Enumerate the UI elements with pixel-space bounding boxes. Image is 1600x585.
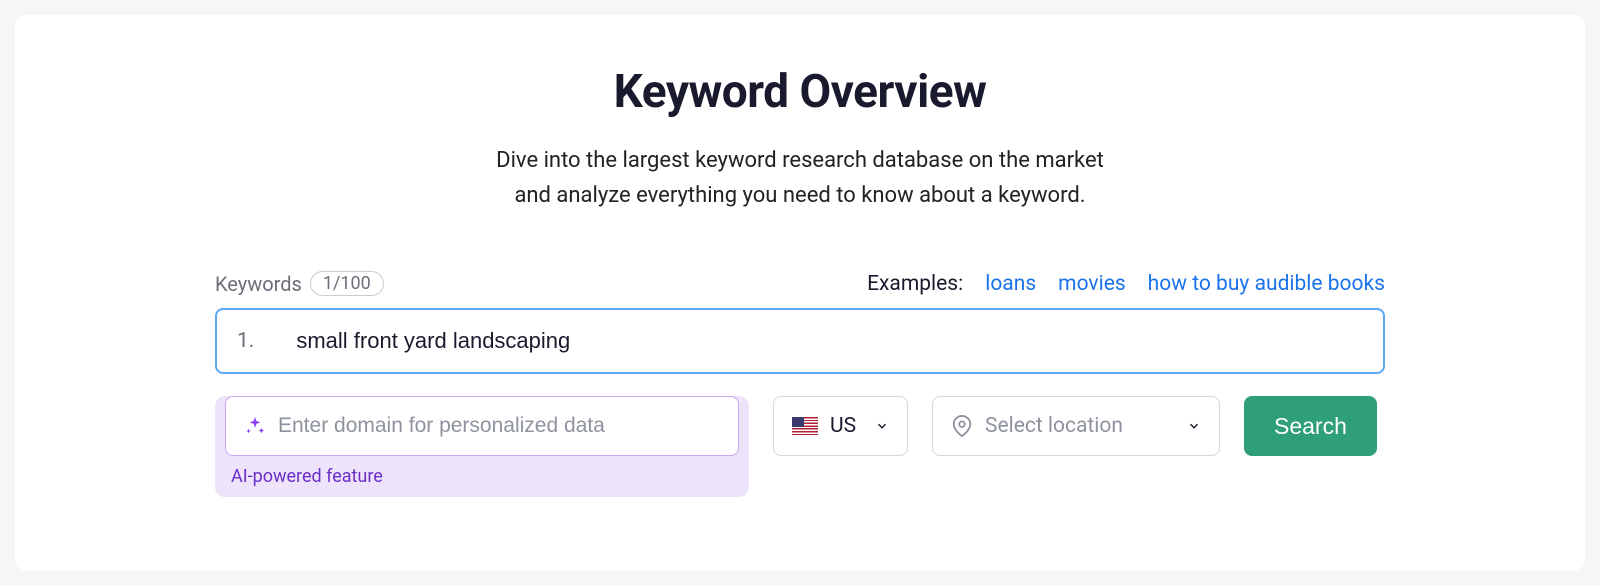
page-title: Keyword Overview: [215, 65, 1385, 119]
input-header-row: Keywords 1/100 Examples: loans movies ho…: [215, 271, 1385, 296]
ai-feature-label: AI-powered feature: [225, 466, 739, 487]
search-button[interactable]: Search: [1244, 396, 1377, 456]
keywords-label-wrap: Keywords 1/100: [215, 271, 384, 296]
examples-label: Examples:: [867, 272, 963, 296]
map-pin-icon: [951, 415, 973, 437]
controls-row: AI-powered feature US Select location Se…: [215, 396, 1385, 497]
location-placeholder: Select location: [985, 414, 1123, 438]
domain-block: AI-powered feature: [215, 396, 749, 497]
keywords-label: Keywords: [215, 272, 302, 296]
example-link-loans[interactable]: loans: [985, 272, 1036, 296]
page-subtitle: Dive into the largest keyword research d…: [215, 143, 1385, 213]
domain-input-wrap[interactable]: [225, 396, 739, 456]
example-link-audible[interactable]: how to buy audible books: [1148, 272, 1385, 296]
subtitle-line-2: and analyze everything you need to know …: [514, 183, 1085, 208]
keyword-input-wrap[interactable]: 1.: [215, 308, 1385, 374]
keyword-index: 1.: [237, 329, 254, 353]
country-code: US: [830, 414, 856, 438]
keyword-overview-card: Keyword Overview Dive into the largest k…: [15, 15, 1585, 570]
keyword-input[interactable]: [296, 328, 1363, 354]
keywords-count-badge: 1/100: [310, 271, 384, 296]
examples-wrap: Examples: loans movies how to buy audibl…: [867, 272, 1385, 296]
sparkle-icon: [244, 415, 266, 437]
chevron-down-icon: [875, 419, 889, 433]
chevron-down-icon: [1187, 419, 1201, 433]
flag-us-icon: [792, 417, 818, 435]
domain-input[interactable]: [278, 414, 720, 438]
country-select[interactable]: US: [773, 396, 908, 456]
location-select[interactable]: Select location: [932, 396, 1220, 456]
subtitle-line-1: Dive into the largest keyword research d…: [496, 148, 1104, 173]
example-link-movies[interactable]: movies: [1058, 272, 1126, 296]
